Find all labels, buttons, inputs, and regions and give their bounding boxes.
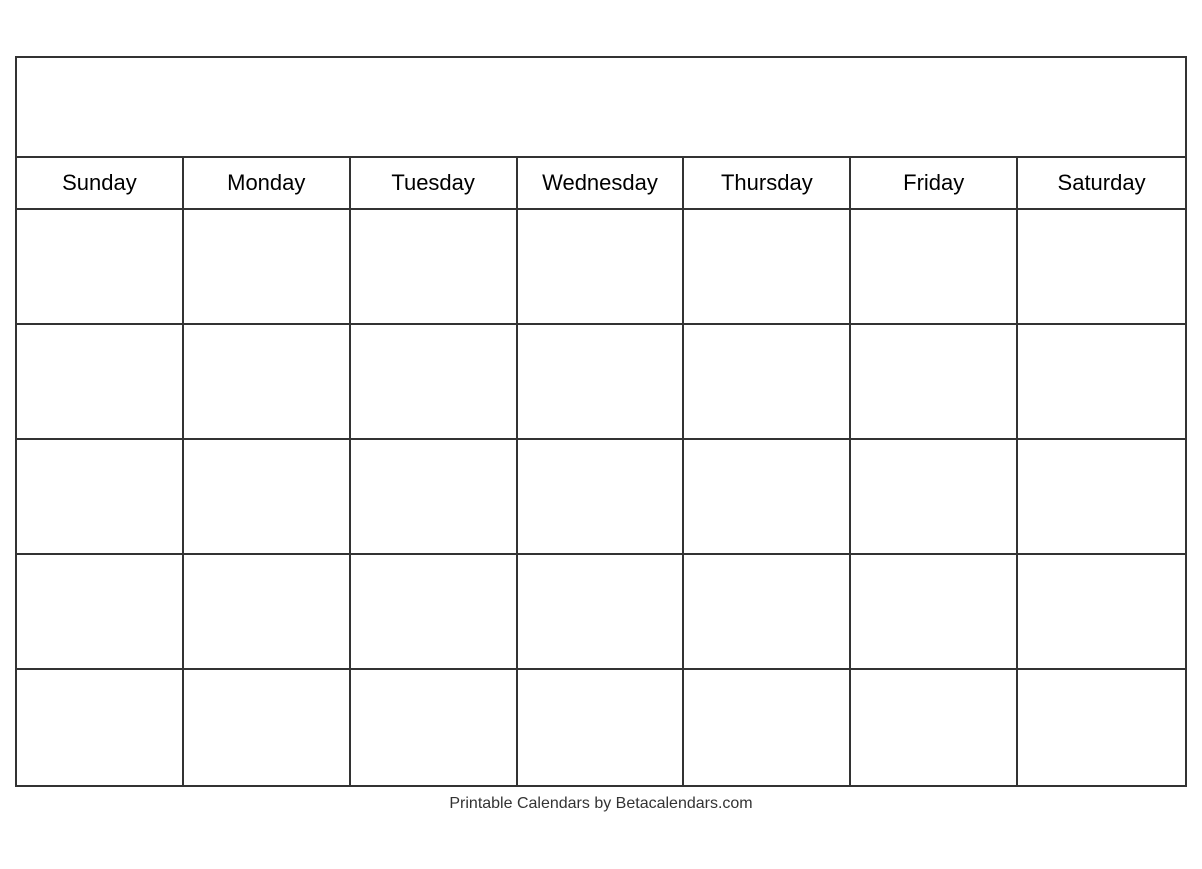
header-wednesday: Wednesday: [518, 158, 685, 208]
calendar-row-1: [17, 210, 1185, 325]
page-wrapper: Sunday Monday Tuesday Wednesday Thursday…: [0, 0, 1202, 869]
cell-row1-thu[interactable]: [684, 210, 851, 323]
calendar-row-2: [17, 325, 1185, 440]
cell-row2-sat[interactable]: [1018, 325, 1185, 438]
header-monday: Monday: [184, 158, 351, 208]
cell-row1-fri[interactable]: [851, 210, 1018, 323]
cell-row1-sun[interactable]: [17, 210, 184, 323]
cell-row3-sat[interactable]: [1018, 440, 1185, 553]
cell-row2-thu[interactable]: [684, 325, 851, 438]
cell-row1-sat[interactable]: [1018, 210, 1185, 323]
cell-row4-mon[interactable]: [184, 555, 351, 668]
cell-row2-wed[interactable]: [518, 325, 685, 438]
calendar-container: Sunday Monday Tuesday Wednesday Thursday…: [15, 56, 1187, 787]
cell-row1-mon[interactable]: [184, 210, 351, 323]
cell-row5-wed[interactable]: [518, 670, 685, 785]
calendar-title-row: [17, 58, 1185, 158]
cell-row3-tue[interactable]: [351, 440, 518, 553]
calendar-row-5: [17, 670, 1185, 785]
cell-row3-thu[interactable]: [684, 440, 851, 553]
calendar-row-4: [17, 555, 1185, 670]
cell-row4-fri[interactable]: [851, 555, 1018, 668]
header-saturday: Saturday: [1018, 158, 1185, 208]
cell-row3-sun[interactable]: [17, 440, 184, 553]
cell-row5-tue[interactable]: [351, 670, 518, 785]
cell-row1-tue[interactable]: [351, 210, 518, 323]
header-friday: Friday: [851, 158, 1018, 208]
cell-row2-fri[interactable]: [851, 325, 1018, 438]
day-headers-row: Sunday Monday Tuesday Wednesday Thursday…: [17, 158, 1185, 210]
cell-row4-thu[interactable]: [684, 555, 851, 668]
cell-row4-wed[interactable]: [518, 555, 685, 668]
header-sunday: Sunday: [17, 158, 184, 208]
cell-row5-sun[interactable]: [17, 670, 184, 785]
cell-row3-mon[interactable]: [184, 440, 351, 553]
cell-row4-sat[interactable]: [1018, 555, 1185, 668]
cell-row2-mon[interactable]: [184, 325, 351, 438]
header-tuesday: Tuesday: [351, 158, 518, 208]
cell-row4-sun[interactable]: [17, 555, 184, 668]
cell-row2-tue[interactable]: [351, 325, 518, 438]
cell-row4-tue[interactable]: [351, 555, 518, 668]
footer-text: Printable Calendars by Betacalendars.com: [449, 795, 752, 813]
calendar-body: [17, 210, 1185, 785]
cell-row1-wed[interactable]: [518, 210, 685, 323]
cell-row5-sat[interactable]: [1018, 670, 1185, 785]
calendar-row-3: [17, 440, 1185, 555]
cell-row5-fri[interactable]: [851, 670, 1018, 785]
calendar-grid: Sunday Monday Tuesday Wednesday Thursday…: [17, 158, 1185, 785]
cell-row5-thu[interactable]: [684, 670, 851, 785]
header-thursday: Thursday: [684, 158, 851, 208]
cell-row5-mon[interactable]: [184, 670, 351, 785]
cell-row3-fri[interactable]: [851, 440, 1018, 553]
cell-row2-sun[interactable]: [17, 325, 184, 438]
cell-row3-wed[interactable]: [518, 440, 685, 553]
